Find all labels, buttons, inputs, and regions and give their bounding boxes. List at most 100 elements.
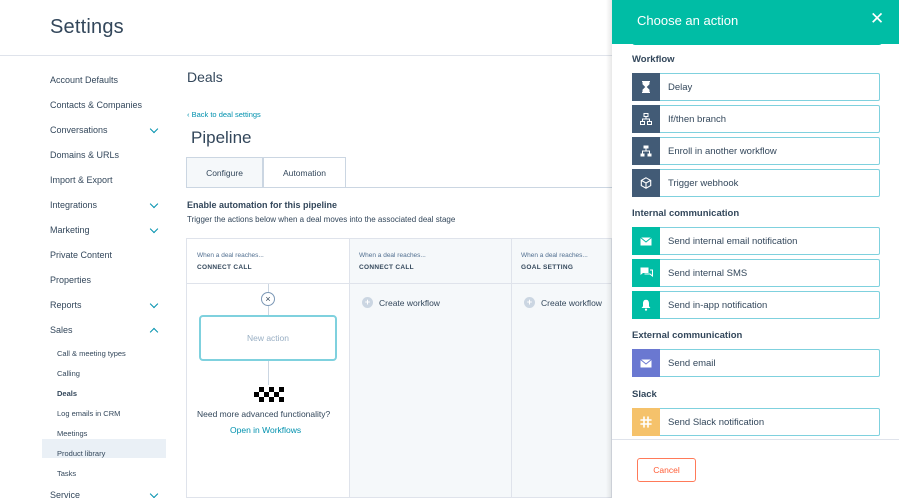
chevron-down-icon[interactable]	[149, 199, 159, 208]
search-input[interactable]	[632, 40, 882, 45]
choose-action-panel: Choose an action ✕ Workflow Delay If/the…	[612, 0, 899, 498]
plus-circle-icon: +	[362, 297, 373, 308]
action-internal-email[interactable]: Send internal email notification	[632, 227, 880, 255]
stage-header-row	[187, 238, 612, 284]
tab-bar: Configure Automation	[186, 157, 346, 188]
sidebar-item-label: Integrations	[50, 200, 98, 210]
tab-configure[interactable]: Configure	[186, 157, 263, 188]
advanced-functionality-text: Need more advanced functionality?	[197, 409, 331, 419]
panel-header: Choose an action ✕	[612, 0, 899, 44]
app-title: Settings	[50, 16, 124, 38]
hourglass-icon	[632, 73, 660, 101]
sidebar-item-service[interactable]: Service	[50, 489, 160, 498]
action-label: Trigger webhook	[668, 177, 739, 189]
sidebar-subitem-product-library[interactable]: Product library	[57, 449, 105, 458]
action-label: Send internal email notification	[668, 235, 798, 247]
action-enroll-workflow[interactable]: Enroll in another workflow	[632, 137, 880, 165]
sidebar-item-conversations[interactable]: Conversations	[50, 124, 160, 135]
group-label-slack: Slack	[632, 389, 657, 400]
action-in-app-notification[interactable]: Send in-app notification	[632, 291, 880, 319]
cancel-button[interactable]: Cancel	[637, 458, 696, 482]
workflow-icon	[632, 137, 660, 165]
tab-divider	[186, 187, 612, 188]
branch-icon	[632, 105, 660, 133]
sidebar-item-label: Sales	[50, 325, 73, 335]
stage-when-label: When a deal reaches...	[359, 252, 426, 259]
remove-action-icon[interactable]: ×	[261, 292, 275, 306]
sidebar-item-label: Domains & URLs	[50, 150, 120, 160]
sidebar-item-label: Private Content	[50, 250, 113, 260]
sidebar-item-label: Reports	[50, 300, 82, 310]
panel-footer-divider	[612, 439, 899, 440]
action-label: Send Slack notification	[668, 416, 765, 428]
sidebar-item-sales[interactable]: Sales	[50, 325, 160, 336]
create-workflow-button[interactable]: + Create workflow	[362, 297, 440, 308]
sidebar-subitem-log-emails[interactable]: Log emails in CRM	[57, 409, 120, 418]
sidebar-item-label: Service	[50, 490, 81, 498]
chevron-down-icon[interactable]	[149, 124, 159, 133]
action-label: Delay	[668, 81, 693, 93]
automation-heading: Enable automation for this pipeline	[187, 200, 338, 210]
sidebar-subitem-meetings[interactable]: Meetings	[57, 429, 87, 438]
chevron-down-icon[interactable]	[149, 489, 159, 498]
close-icon[interactable]: ✕	[870, 9, 884, 29]
panel-title: Choose an action	[637, 13, 739, 28]
back-link-label: Back to deal settings	[191, 110, 261, 119]
sidebar-subitem-call-meeting-types[interactable]: Call & meeting types	[57, 349, 126, 358]
finish-flag-icon	[254, 387, 284, 402]
action-delay[interactable]: Delay	[632, 73, 880, 101]
sidebar-item-integrations[interactable]: Integrations	[50, 199, 160, 210]
action-label: Send email	[668, 357, 716, 369]
sidebar-item-label: Marketing	[50, 225, 90, 235]
sidebar-item-import-export[interactable]: Import & Export	[50, 175, 160, 185]
sidebar-item-label: Import & Export	[50, 175, 113, 185]
sidebar-item-marketing[interactable]: Marketing	[50, 224, 160, 235]
flow-connector	[268, 361, 269, 385]
chat-icon	[632, 259, 660, 287]
sidebar-subitem-deals[interactable]: Deals	[57, 389, 77, 398]
create-workflow-label: Create workflow	[541, 297, 602, 308]
sidebar-item-account-defaults[interactable]: Account Defaults	[50, 75, 160, 85]
action-if-then-branch[interactable]: If/then branch	[632, 105, 880, 133]
chevron-up-icon[interactable]	[149, 327, 159, 336]
sidebar-item-domains-urls[interactable]: Domains & URLs	[50, 150, 160, 160]
plus-circle-icon: +	[524, 297, 535, 308]
automation-description: Trigger the actions below when a deal mo…	[187, 215, 456, 224]
sidebar-item-private-content[interactable]: Private Content	[50, 250, 160, 260]
action-label: Send internal SMS	[668, 267, 748, 279]
sidebar-item-label: Account Defaults	[50, 75, 119, 85]
slack-icon	[632, 408, 660, 436]
chevron-down-icon[interactable]	[149, 299, 159, 308]
group-label-workflow: Workflow	[632, 54, 675, 65]
action-internal-sms[interactable]: Send internal SMS	[632, 259, 880, 287]
sidebar-item-contacts-companies[interactable]: Contacts & Companies	[50, 100, 160, 110]
stage-when-label: When a deal reaches...	[197, 252, 264, 259]
group-label-internal: Internal communication	[632, 208, 740, 219]
group-label-external: External communication	[632, 330, 743, 341]
back-link[interactable]: ‹ Back to deal settings	[187, 110, 261, 119]
stage-when-label: When a deal reaches...	[521, 252, 588, 259]
tab-automation[interactable]: Automation	[263, 157, 346, 188]
action-send-email[interactable]: Send email	[632, 349, 880, 377]
sidebar-item-label: Conversations	[50, 125, 108, 135]
action-label: If/then branch	[668, 113, 727, 125]
envelope-icon	[632, 349, 660, 377]
sidebar-item-properties[interactable]: Properties	[50, 275, 160, 285]
create-workflow-label: Create workflow	[379, 297, 440, 308]
page-title: Deals	[187, 69, 223, 85]
action-trigger-webhook[interactable]: Trigger webhook	[632, 169, 880, 197]
stage-name: CONNECT CALL	[359, 264, 414, 271]
action-label: Enroll in another workflow	[668, 145, 777, 157]
cube-icon	[632, 169, 660, 197]
chevron-down-icon[interactable]	[149, 224, 159, 233]
new-action-card[interactable]: New action	[199, 315, 337, 361]
create-workflow-button[interactable]: + Create workflow	[524, 297, 602, 308]
action-label: Send in-app notification	[668, 299, 768, 311]
action-slack-notification[interactable]: Send Slack notification	[632, 408, 880, 436]
open-in-workflows-link[interactable]: Open in Workflows	[230, 425, 301, 435]
sidebar-subitem-tasks[interactable]: Tasks	[57, 469, 76, 478]
sidebar-item-label: Contacts & Companies	[50, 100, 143, 110]
sidebar-subitem-calling[interactable]: Calling	[57, 369, 80, 378]
stage-name: GOAL SETTING	[521, 264, 574, 271]
sidebar-item-reports[interactable]: Reports	[50, 299, 160, 310]
